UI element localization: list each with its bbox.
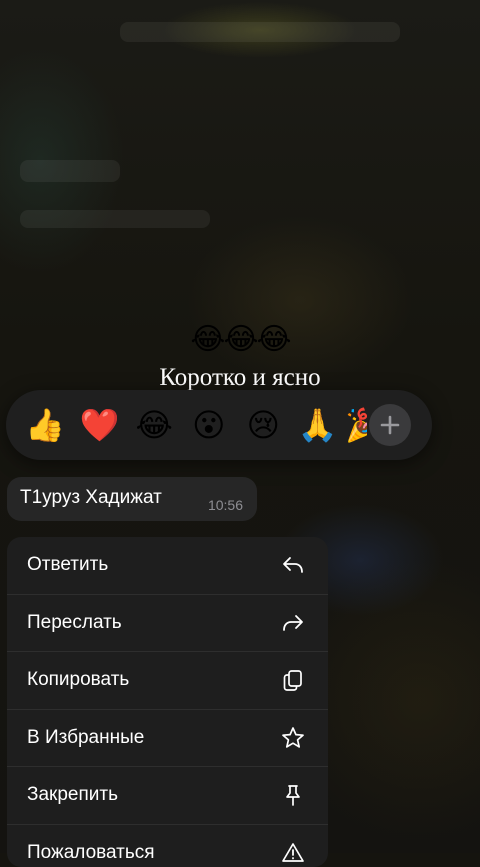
plus-icon: [379, 414, 401, 436]
reply-icon: [280, 552, 306, 578]
menu-item-reply[interactable]: Ответить: [7, 537, 328, 595]
reaction-crying[interactable]: 😢: [236, 398, 291, 452]
menu-item-forward[interactable]: Переслать: [7, 595, 328, 653]
preview-sender: Т1уруз Хадижат: [20, 487, 162, 509]
star-icon: [280, 725, 306, 751]
copy-icon: [280, 667, 306, 693]
menu-item-label: Ответить: [27, 554, 108, 576]
menu-item-label: Переслать: [27, 612, 122, 634]
blurred-text: [120, 22, 400, 42]
add-reaction-button[interactable]: [369, 404, 411, 446]
blurred-text: [20, 160, 120, 182]
menu-item-copy[interactable]: Копировать: [7, 652, 328, 710]
menu-item-label: В Избранные: [27, 727, 144, 749]
menu-item-report[interactable]: Пожаловаться: [7, 825, 328, 867]
reaction-surprised[interactable]: 😮: [182, 398, 237, 452]
reaction-laughing[interactable]: 😂: [127, 398, 182, 452]
message-preview-bubble: Т1уруз Хадижат 10:56: [7, 477, 257, 521]
message-emoji: 😂😂😂: [0, 322, 480, 357]
reaction-thumbs-up[interactable]: 👍: [18, 398, 73, 452]
blurred-text: [20, 210, 210, 228]
menu-item-label: Закрепить: [27, 784, 118, 806]
reaction-pray[interactable]: 🙏: [291, 398, 346, 452]
menu-item-pin[interactable]: Закрепить: [7, 767, 328, 825]
menu-item-label: Копировать: [27, 669, 129, 691]
context-menu: Ответить Переслать Копировать В Избранны…: [7, 537, 328, 867]
reaction-bar: 👍 ❤️ 😂 😮 😢 🙏 🎉: [6, 390, 432, 460]
preview-time: 10:56: [208, 497, 243, 513]
reaction-heart[interactable]: ❤️: [73, 398, 128, 452]
message-caption: Коротко и ясно: [0, 364, 480, 392]
forward-icon: [280, 610, 306, 636]
menu-item-favorites[interactable]: В Избранные: [7, 710, 328, 768]
reaction-party[interactable]: 🎉: [345, 398, 367, 452]
pin-icon: [280, 782, 306, 808]
